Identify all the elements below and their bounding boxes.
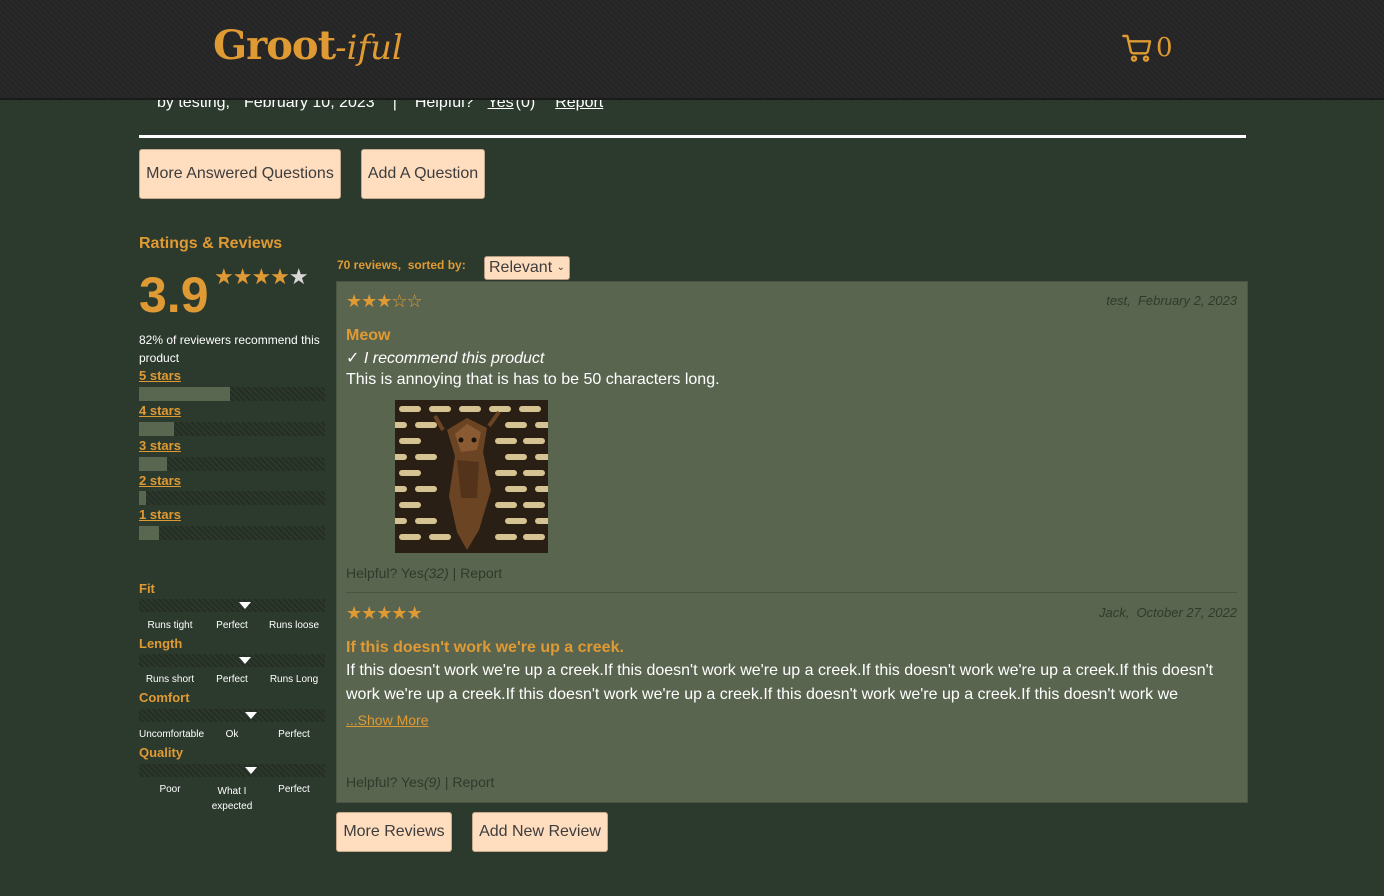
scale-mid: Ok <box>225 729 239 740</box>
characteristic-comfort-label: Comfort <box>139 690 190 705</box>
characteristic-comfort-scale: Uncomfortable Ok Perfect <box>139 729 325 740</box>
report-link[interactable]: | Report <box>449 565 503 581</box>
filter-3-stars-link[interactable]: 3 stars <box>139 438 181 453</box>
scale-low: Uncomfortable <box>139 729 205 740</box>
average-stars-partial: ★ <box>288 264 309 289</box>
more-reviews-button[interactable]: More Reviews <box>336 812 452 852</box>
rating-bar-1[interactable] <box>139 526 325 540</box>
characteristic-marker <box>239 602 252 609</box>
characteristic-marker <box>244 767 257 774</box>
scale-mid: Perfect <box>216 620 248 631</box>
rating-bar-fill <box>139 387 231 401</box>
helpful-yes-link[interactable]: Helpful? Yes <box>346 565 424 581</box>
filter-2-stars-link[interactable]: 2 stars <box>139 473 181 488</box>
review-title: Meow <box>346 327 391 344</box>
rating-bar-5[interactable] <box>139 387 325 401</box>
characteristic-marker <box>244 712 257 719</box>
report-link[interactable]: | Report <box>441 774 495 790</box>
logo-suffix: -iful <box>335 28 403 68</box>
scale-high: Perfect <box>278 729 310 740</box>
review-count-label: 70 reviews, sorted by: <box>337 258 466 272</box>
review-meta: Jack, October 27, 2022 <box>1098 605 1237 620</box>
characteristic-length-label: Length <box>139 636 183 651</box>
characteristic-length-bar <box>139 654 325 667</box>
more-answered-questions-button[interactable]: More Answered Questions <box>139 149 341 199</box>
add-question-button[interactable]: Add A Question <box>361 149 485 199</box>
characteristic-fit-bar <box>139 599 325 612</box>
helpful-count: (9) <box>423 774 441 790</box>
review-body: This is annoying that is has to be 50 ch… <box>346 371 720 388</box>
characteristic-quality-scale: Poor What I expected Perfect <box>139 784 325 814</box>
scale-low: Runs tight <box>147 620 193 631</box>
review-photo-thumbnail[interactable] <box>395 400 548 553</box>
filter-5-stars-link[interactable]: 5 stars <box>139 368 181 383</box>
section-divider <box>139 135 1246 138</box>
ratings-heading: Ratings & Reviews <box>139 235 283 252</box>
characteristic-quality-label: Quality <box>139 745 184 760</box>
rating-bar-fill <box>139 457 167 471</box>
average-rating: 3.9 <box>139 267 209 323</box>
sort-selected-value: Relevant <box>489 259 553 276</box>
review-title: If this doesn't work we're up a creek. <box>346 639 624 656</box>
cart-icon <box>1122 34 1152 62</box>
review-helpful: Helpful? Yes(32) | Report <box>346 565 502 581</box>
rating-bar-fill <box>139 526 160 540</box>
characteristic-length-scale: Runs short Perfect Runs Long <box>139 674 325 685</box>
filter-4-stars-link[interactable]: 4 stars <box>139 403 181 418</box>
characteristic-marker <box>239 657 252 664</box>
helpful-yes-link[interactable]: Helpful? Yes <box>346 774 424 790</box>
site-header: Groot-iful 0 <box>0 0 1384 100</box>
average-stars: ★★★★★ <box>214 264 309 290</box>
scale-low: Poor <box>159 784 181 795</box>
scale-mid: Perfect <box>216 674 248 685</box>
site-logo[interactable]: Groot-iful <box>213 22 403 69</box>
chevron-down-icon: ⌄ <box>556 262 565 273</box>
logo-main: Groot <box>213 22 336 69</box>
characteristic-quality-bar <box>139 764 325 777</box>
rating-bar-2[interactable] <box>139 491 325 505</box>
add-review-button[interactable]: Add New Review <box>472 812 608 852</box>
characteristic-fit-scale: Runs tight Perfect Runs loose <box>139 620 325 631</box>
recommend-percentage: 82% of reviewers recommend this product <box>139 333 320 365</box>
characteristic-comfort-bar <box>139 709 325 722</box>
rating-bar-fill <box>139 491 147 505</box>
scale-high: Perfect <box>278 784 310 795</box>
rating-bar-3[interactable] <box>139 457 325 471</box>
scale-low: Runs short <box>145 674 195 685</box>
review-list[interactable]: ★★★☆☆ test, February 2, 2023 Meow ✓ I re… <box>336 281 1248 803</box>
review-recommend: ✓ I recommend this product <box>346 350 545 367</box>
cart-button[interactable]: 0 <box>1122 32 1173 64</box>
scale-high: Runs loose <box>268 620 320 631</box>
review-stars: ★★★☆☆ <box>346 291 423 311</box>
rating-bar-4[interactable] <box>139 422 325 436</box>
review-separator <box>346 592 1237 593</box>
average-stars-filled: ★★★★ <box>214 264 290 289</box>
review-body: If this doesn't work we're up a creek.If… <box>346 662 1214 703</box>
rating-bar-fill <box>139 422 175 436</box>
characteristic-fit-label: Fit <box>139 581 155 596</box>
cart-count: 0 <box>1156 33 1173 63</box>
helpful-count: (32) <box>423 565 449 581</box>
show-more-link[interactable]: ...Show More <box>346 712 428 728</box>
scale-mid: What I expected <box>211 786 253 812</box>
review-meta: test, February 2, 2023 <box>1106 293 1237 308</box>
sort-select[interactable]: Relevant ⌄ <box>484 256 570 280</box>
review-stars: ★★★★★ <box>346 603 423 623</box>
filter-1-stars-link[interactable]: 1 stars <box>139 507 181 522</box>
review-helpful: Helpful? Yes(9) | Report <box>346 774 494 790</box>
scale-high: Runs Long <box>269 674 319 685</box>
